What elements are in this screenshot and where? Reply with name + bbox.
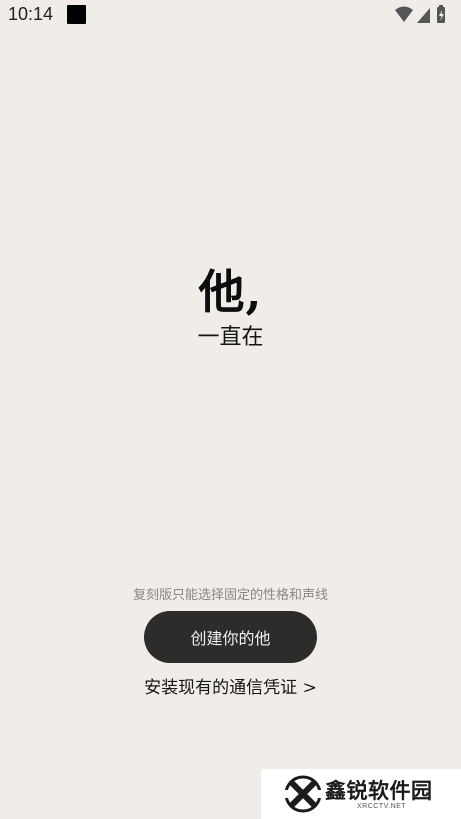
watermark-title: 鑫锐软件园 (325, 779, 433, 803)
install-credential-link[interactable]: 安装现有的通信凭证 > (0, 673, 461, 698)
status-icons (395, 5, 445, 23)
signal-icon (417, 8, 430, 23)
create-button[interactable]: 创建你的他 (144, 611, 317, 663)
wifi-icon (395, 6, 413, 22)
status-time: 10:14 (8, 4, 54, 24)
headline: 他, (198, 265, 263, 319)
subline: 一直在 (197, 325, 264, 350)
watermark-logo-icon (283, 775, 323, 813)
status-bar: 10:14 (0, 0, 461, 30)
watermark: 鑫锐软件园 XRCCTV.NET (261, 769, 461, 819)
intro-title-block: 他, 一直在 (0, 262, 461, 354)
notification-icon (67, 5, 86, 24)
battery-icon (437, 5, 445, 23)
watermark-subtitle: XRCCTV.NET (357, 803, 407, 810)
hint-text: 复刻版只能选择固定的性格和声线 (132, 588, 328, 603)
